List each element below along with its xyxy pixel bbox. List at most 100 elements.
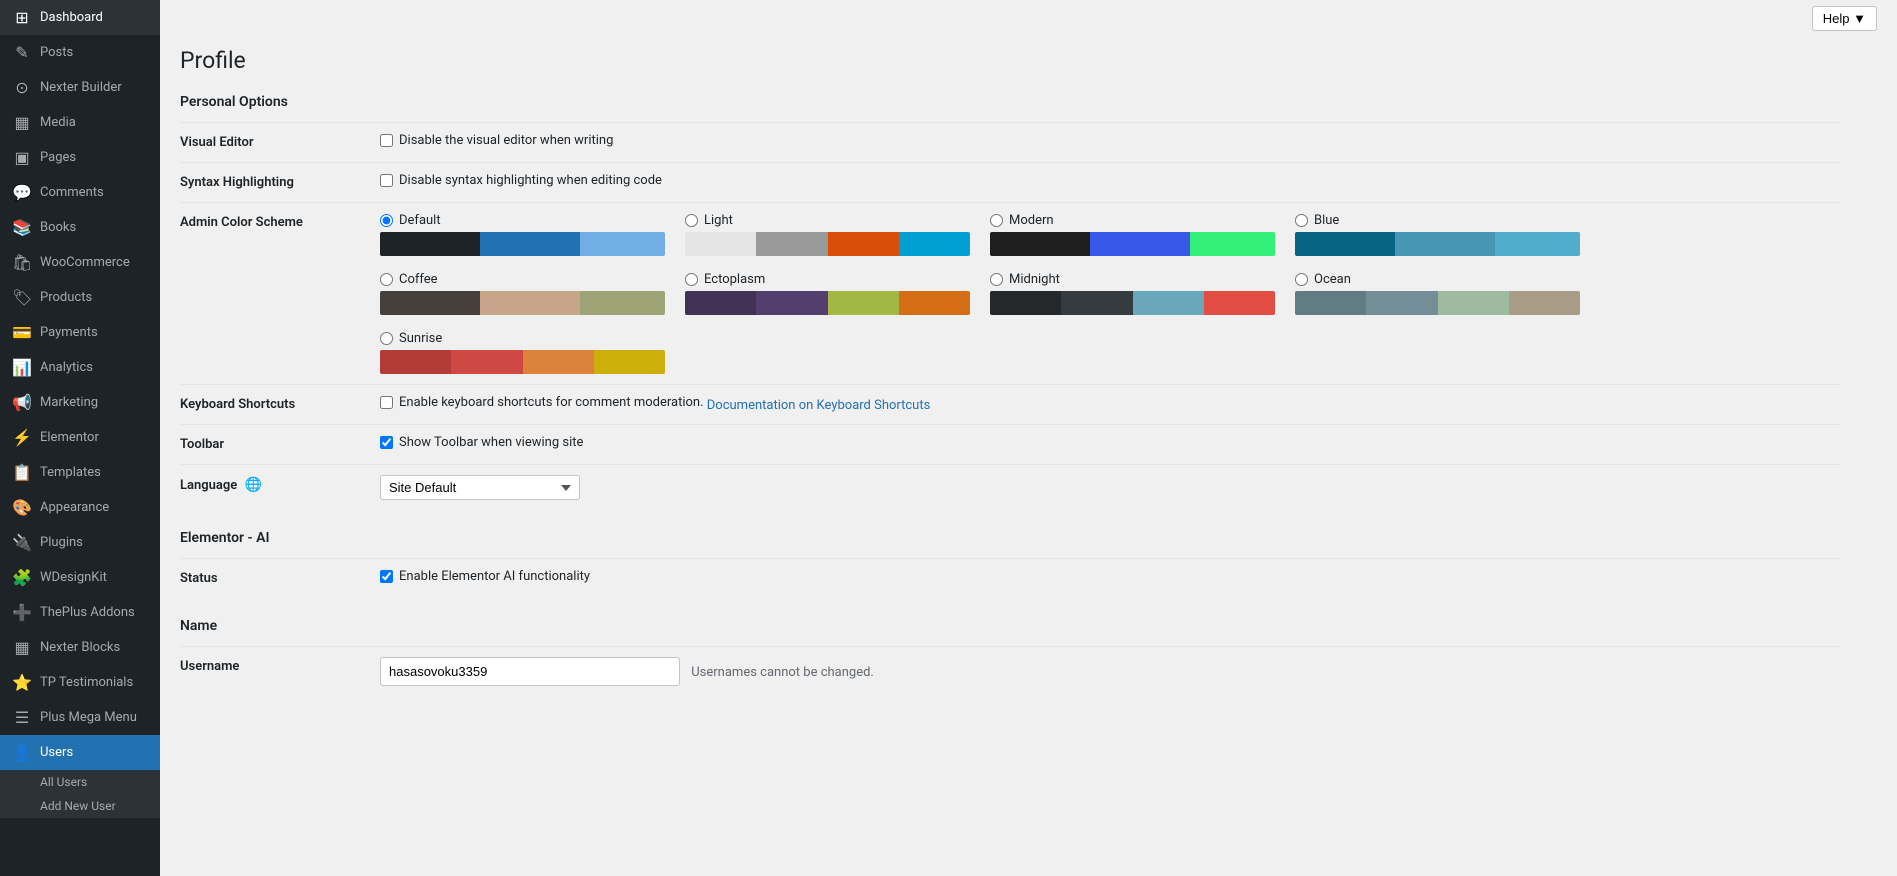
- pages-icon: ▣: [12, 148, 32, 167]
- color-scheme-radio-default[interactable]: [380, 214, 393, 227]
- sidebar-item-elementor[interactable]: ⚡ Elementor: [0, 420, 160, 455]
- elementor-ai-checkbox-label[interactable]: Enable Elementor AI functionality: [380, 569, 590, 584]
- syntax-highlighting-checkbox-label[interactable]: Disable syntax highlighting when editing…: [380, 173, 662, 188]
- sidebar-item-theplus-addons[interactable]: ➕ ThePlus Addons: [0, 595, 160, 630]
- toolbar-row: Toolbar Show Toolbar when viewing site: [180, 425, 1840, 465]
- sidebar-item-analytics[interactable]: 📊 Analytics: [0, 350, 160, 385]
- sidebar-item-label: Products: [40, 290, 92, 305]
- language-select[interactable]: Site Default: [380, 475, 580, 500]
- help-button[interactable]: Help ▼: [1812, 6, 1877, 31]
- sidebar-item-woocommerce[interactable]: 🛍 WooCommerce: [0, 245, 160, 280]
- templates-icon: 📋: [12, 463, 32, 482]
- color-scheme-radio-blue[interactable]: [1295, 214, 1308, 227]
- tp-testimonials-icon: ⭐: [12, 673, 32, 692]
- sidebar-item-label: Templates: [40, 465, 101, 480]
- color-scheme-light: Light: [685, 213, 970, 256]
- color-swatch: [685, 232, 756, 256]
- color-scheme-radio-sunrise[interactable]: [380, 332, 393, 345]
- color-scheme-radio-coffee[interactable]: [380, 273, 393, 286]
- toolbar-checkbox-label[interactable]: Show Toolbar when viewing site: [380, 435, 583, 450]
- sidebar-item-payments[interactable]: 💳 Payments: [0, 315, 160, 350]
- sidebar-item-label: ThePlus Addons: [40, 605, 135, 620]
- sidebar-item-nexter-blocks[interactable]: ▦ Nexter Blocks: [0, 630, 160, 665]
- sidebar-item-label: Books: [40, 220, 76, 235]
- color-scheme-label-ectoplasm: Ectoplasm: [704, 272, 765, 287]
- toolbar-checkbox[interactable]: [380, 436, 393, 449]
- sidebar-sub-add-new-user[interactable]: Add New User: [0, 794, 160, 818]
- media-icon: ▦: [12, 113, 32, 132]
- color-scheme-radio-midnight[interactable]: [990, 273, 1003, 286]
- sidebar-item-label: Dashboard: [40, 10, 103, 25]
- sidebar-item-books[interactable]: 📚 Books: [0, 210, 160, 245]
- color-swatch: [480, 291, 580, 315]
- color-scheme-swatches-modern: [990, 232, 1275, 256]
- sidebar-item-pages[interactable]: ▣ Pages: [0, 140, 160, 175]
- page-title: Profile: [180, 47, 1840, 74]
- elementor-ai-checkbox[interactable]: [380, 570, 393, 583]
- sidebar-item-products[interactable]: 🏷 Products: [0, 280, 160, 315]
- sidebar-item-label: WooCommerce: [40, 255, 130, 270]
- sidebar-item-wdesignkit[interactable]: 🧩 WDesignKit: [0, 560, 160, 595]
- sidebar-item-label: Nexter Blocks: [40, 640, 120, 655]
- syntax-highlighting-row: Syntax Highlighting Disable syntax highl…: [180, 163, 1840, 203]
- color-scheme-radio-ectoplasm[interactable]: [685, 273, 698, 286]
- username-row: Username Usernames cannot be changed.: [180, 647, 1840, 697]
- sidebar-item-label: Plugins: [40, 535, 83, 550]
- sidebar-item-label: Comments: [40, 185, 104, 200]
- sidebar-item-label: Nexter Builder: [40, 80, 122, 95]
- syntax-highlighting-checkbox[interactable]: [380, 174, 393, 187]
- sidebar-item-label: Payments: [40, 325, 98, 340]
- toolbar-checkbox-text: Show Toolbar when viewing site: [399, 435, 583, 450]
- toolbar-label: Toolbar: [180, 425, 380, 465]
- color-scheme-swatches-ectoplasm: [685, 291, 970, 315]
- sidebar-sub-all-users[interactable]: All Users: [0, 770, 160, 794]
- profile-form-table: Visual Editor Disable the visual editor …: [180, 122, 1840, 510]
- color-scheme-grid: DefaultLightModernBlueCoffeeEctoplasmMid…: [380, 213, 1580, 374]
- sidebar-item-media[interactable]: ▦ Media: [0, 105, 160, 140]
- sidebar-item-tp-testimonials[interactable]: ⭐ TP Testimonials: [0, 665, 160, 700]
- sidebar-item-nexter-builder[interactable]: ⊙ Nexter Builder: [0, 70, 160, 105]
- color-scheme-label-modern: Modern: [1009, 213, 1054, 228]
- color-scheme-label-light: Light: [704, 213, 733, 228]
- sidebar-item-label: WDesignKit: [40, 570, 107, 585]
- sidebar-item-dashboard[interactable]: ⊞ Dashboard: [0, 0, 160, 35]
- color-swatch: [1509, 291, 1580, 315]
- sidebar-item-templates[interactable]: 📋 Templates: [0, 455, 160, 490]
- keyboard-shortcuts-checkbox-label[interactable]: Enable keyboard shortcuts for comment mo…: [380, 395, 704, 410]
- color-scheme-swatches-blue: [1295, 232, 1580, 256]
- sidebar-item-users[interactable]: 👤 Users: [0, 735, 160, 770]
- color-swatch: [451, 350, 522, 374]
- keyboard-shortcuts-label: Keyboard Shortcuts: [180, 385, 380, 425]
- color-scheme-radio-light[interactable]: [685, 214, 698, 227]
- sidebar-item-marketing[interactable]: 📢 Marketing: [0, 385, 160, 420]
- color-scheme-sunrise: Sunrise: [380, 331, 665, 374]
- visual-editor-checkbox-label[interactable]: Disable the visual editor when writing: [380, 133, 613, 148]
- sidebar-item-comments[interactable]: 💬 Comments: [0, 175, 160, 210]
- sidebar-item-posts[interactable]: ✎ Posts: [0, 35, 160, 70]
- sidebar-item-plugins[interactable]: 🔌 Plugins: [0, 525, 160, 560]
- visual-editor-checkbox[interactable]: [380, 134, 393, 147]
- sidebar-item-label: Elementor: [40, 430, 99, 445]
- books-icon: 📚: [12, 218, 32, 237]
- color-scheme-radio-modern[interactable]: [990, 214, 1003, 227]
- sidebar-item-plus-mega-menu[interactable]: ☰ Plus Mega Menu: [0, 700, 160, 735]
- color-scheme-ectoplasm: Ectoplasm: [685, 272, 970, 315]
- analytics-icon: 📊: [12, 358, 32, 377]
- sidebar-item-appearance[interactable]: 🎨 Appearance: [0, 490, 160, 525]
- syntax-highlighting-label: Syntax Highlighting: [180, 163, 380, 203]
- color-scheme-radio-ocean[interactable]: [1295, 273, 1308, 286]
- color-swatch: [580, 232, 666, 256]
- admin-color-scheme-label: Admin Color Scheme: [180, 203, 380, 385]
- username-input[interactable]: [380, 657, 680, 686]
- keyboard-shortcuts-checkbox[interactable]: [380, 396, 393, 409]
- color-swatch: [756, 291, 827, 315]
- sidebar: ⊞ Dashboard ✎ Posts ⊙ Nexter Builder ▦ M…: [0, 0, 160, 876]
- elementor-ai-form-table: Status Enable Elementor AI functionality: [180, 558, 1840, 598]
- sidebar-item-label: Plus Mega Menu: [40, 710, 137, 725]
- color-swatch: [1295, 232, 1395, 256]
- color-swatch: [480, 232, 580, 256]
- keyboard-shortcuts-link[interactable]: Documentation on Keyboard Shortcuts: [707, 398, 931, 413]
- elementor-ai-title: Elementor - AI: [180, 530, 1840, 546]
- syntax-highlighting-checkbox-text: Disable syntax highlighting when editing…: [399, 173, 662, 188]
- color-scheme-label-midnight: Midnight: [1009, 272, 1060, 287]
